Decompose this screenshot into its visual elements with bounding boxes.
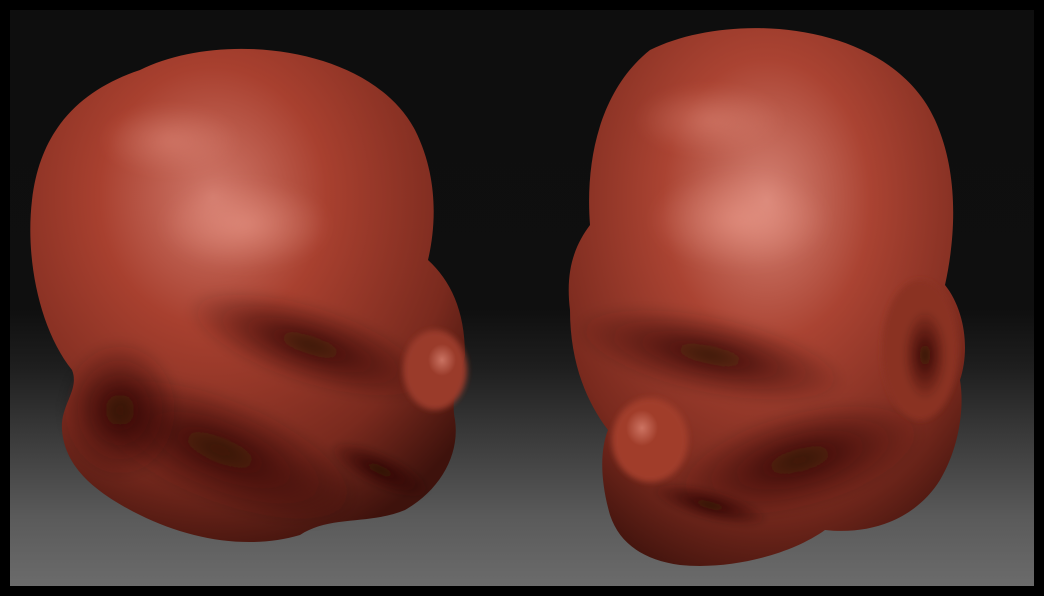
render-canvas — [30, 28, 965, 566]
head-sculpt-left — [30, 48, 467, 543]
image-frame — [0, 0, 1044, 596]
render-viewport — [10, 10, 1034, 586]
head-sculpt-right — [568, 28, 965, 566]
